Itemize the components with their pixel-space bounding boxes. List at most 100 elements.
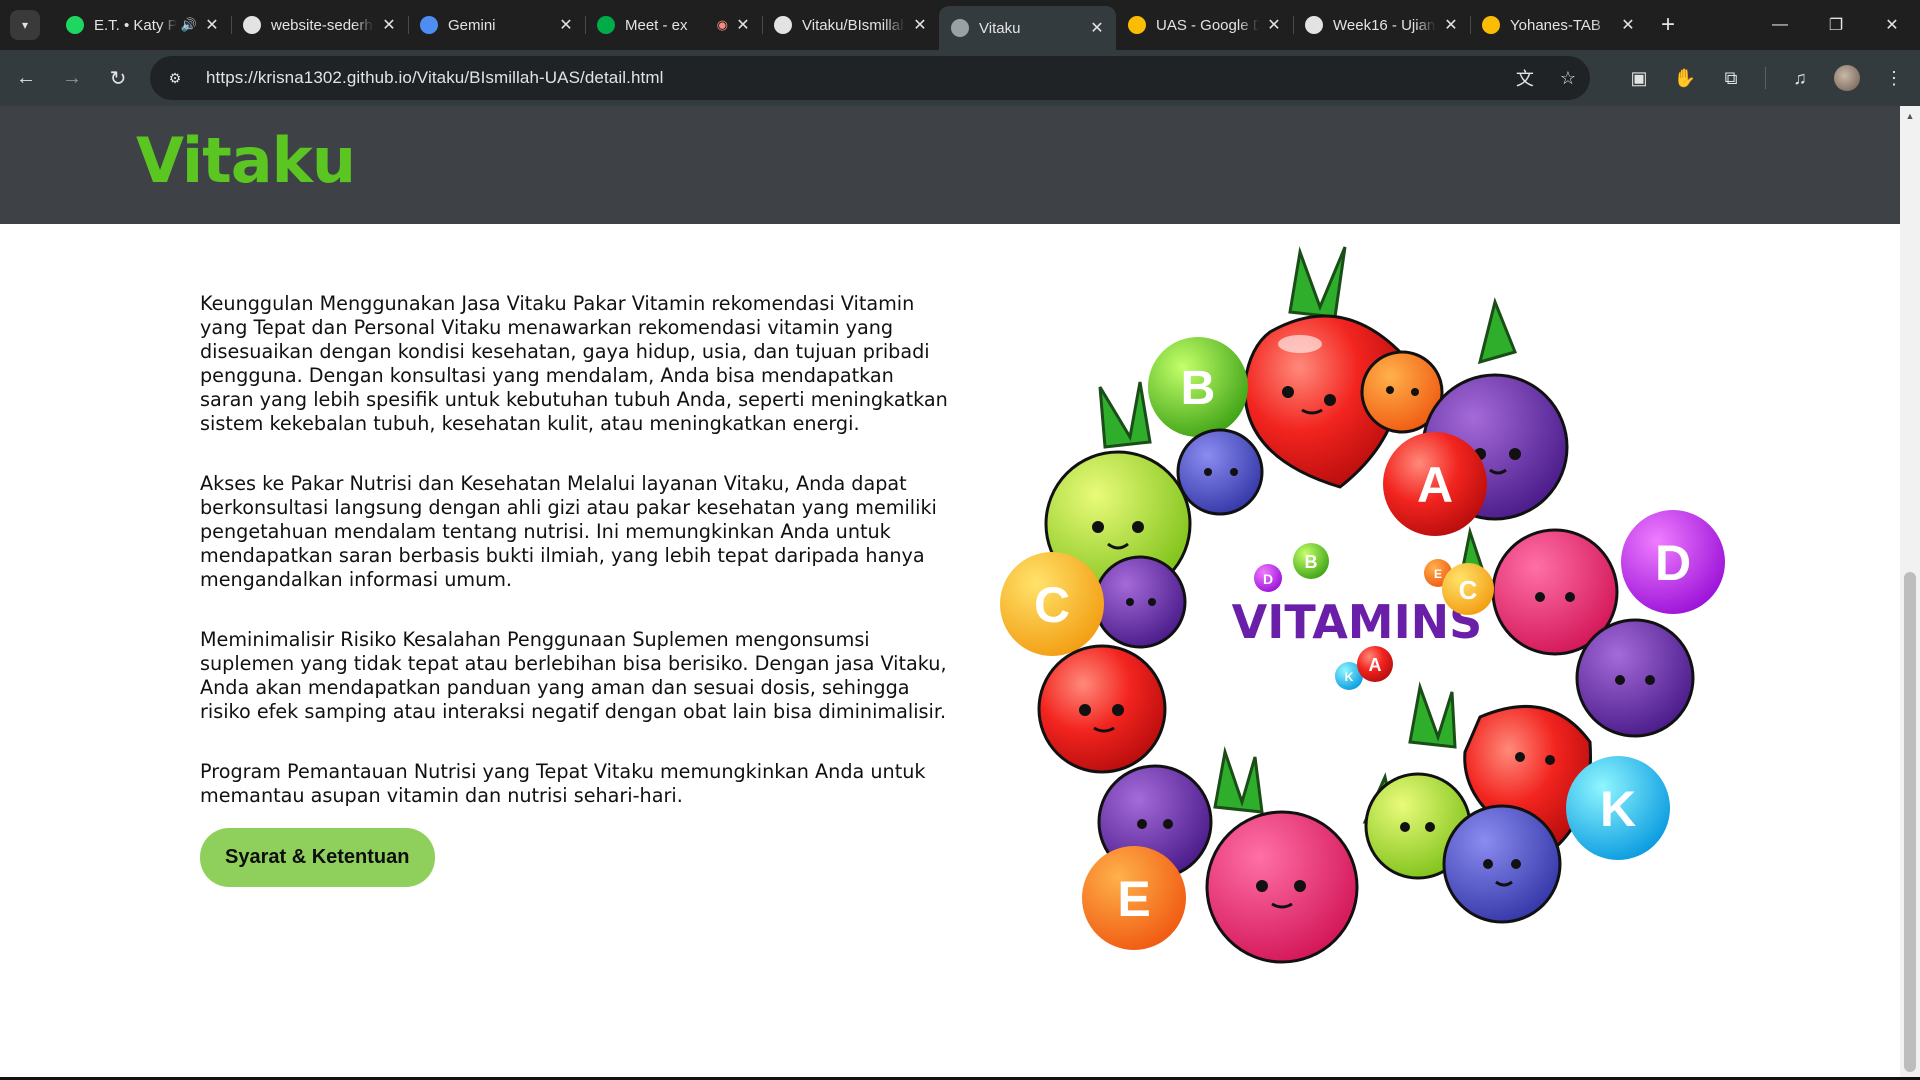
site-header: Vitaku <box>0 106 1900 224</box>
url-text[interactable]: https://krisna1302.github.io/Vitaku/BIsm… <box>206 68 663 88</box>
tab-title: website-sederhana <box>271 16 374 34</box>
adblock-icon[interactable]: ✋ <box>1673 66 1697 90</box>
tab-close-icon[interactable]: ✕ <box>1619 15 1637 35</box>
browser-tab[interactable]: E.T. • Katy Perry🔊 ✕ <box>54 0 231 50</box>
browser-tab[interactable]: Week16 - Ujian ✕ <box>1293 0 1470 50</box>
audio-playing-icon: 🔊 <box>180 17 197 32</box>
puzzle-extensions-icon[interactable]: ⧉ <box>1719 66 1743 90</box>
profile-avatar[interactable] <box>1834 65 1860 91</box>
browser-tab[interactable]: website-sederhana ✕ <box>231 0 408 50</box>
back-button[interactable]: ← <box>6 58 46 98</box>
tab-search-button[interactable]: ▾ <box>10 10 40 40</box>
arrow-left-icon: ← <box>16 66 36 89</box>
svg-text:D: D <box>1263 571 1273 587</box>
tab-strip: ▾ E.T. • Katy Perry🔊✕website-sederhana✕G… <box>0 0 1920 50</box>
more-menu-icon[interactable]: ⋮ <box>1882 66 1906 90</box>
tab-close-icon[interactable]: ✕ <box>380 15 398 35</box>
address-bar[interactable]: ⚙ https://krisna1302.github.io/Vitaku/BI… <box>150 56 1590 100</box>
svg-text:E: E <box>1117 871 1150 927</box>
extension-app-icon[interactable]: ▣ <box>1627 66 1651 90</box>
reload-button[interactable]: ↻ <box>98 58 138 98</box>
classroom-icon <box>1305 16 1323 34</box>
vitamin-c-badge: C <box>1000 552 1104 656</box>
svg-text:A: A <box>1369 655 1382 675</box>
svg-text:A: A <box>1417 457 1453 513</box>
svg-text:K: K <box>1600 781 1636 837</box>
tab-close-icon[interactable]: ✕ <box>911 15 929 35</box>
tab-close-icon[interactable]: ✕ <box>1265 15 1283 35</box>
recording-icon: ◉ <box>716 17 728 32</box>
minimize-button[interactable]: — <box>1752 0 1808 50</box>
browser-tab[interactable]: Vitaku ✕ <box>939 6 1116 50</box>
tab-title: Vitaku <box>979 19 1021 37</box>
scroll-up-arrow-icon[interactable]: ▲ <box>1900 106 1920 126</box>
tab-close-icon[interactable]: ✕ <box>734 15 752 35</box>
svg-text:C: C <box>1459 575 1478 605</box>
extensions-area: ▣ ✋ ⧉ ♫ ⋮ <box>1627 58 1906 98</box>
tab-close-icon[interactable]: ✕ <box>557 15 575 35</box>
site-info-button[interactable]: ⚙ <box>160 63 190 93</box>
tab-title: Vitaku/BIsmillah-UAS <box>802 16 905 34</box>
browser-tab[interactable]: Meet - ex ◉ ✕ <box>585 0 762 50</box>
tab-close-icon[interactable]: ✕ <box>1088 18 1106 38</box>
browser-tab[interactable]: Gemini ✕ <box>408 0 585 50</box>
browser-tab[interactable]: UAS - Google Drive ✕ <box>1116 0 1293 50</box>
raspberry-bottom-character <box>1205 810 1359 964</box>
toolbar-divider <box>1765 67 1766 89</box>
close-window-button[interactable]: ✕ <box>1864 0 1920 50</box>
spotify-icon <box>66 16 84 34</box>
terms-button[interactable]: Syarat & Ketentuan <box>200 828 435 887</box>
tune-icon: ⚙ <box>168 69 182 86</box>
translate-icon[interactable]: 文 <box>1516 65 1534 91</box>
gemini-icon <box>420 16 438 34</box>
browser-tab[interactable]: Vitaku/BIsmillah-UAS ✕ <box>762 0 939 50</box>
vitamins-illustration: B A D C VITAMINS B D E C K A K E <box>1000 246 1725 964</box>
svg-text:K: K <box>1345 670 1354 684</box>
tab-title: Week16 - Ujian <box>1333 16 1436 34</box>
scrollbar-thumb[interactable] <box>1904 572 1916 1072</box>
github-icon <box>243 16 261 34</box>
bookmark-star-icon[interactable]: ☆ <box>1560 68 1576 89</box>
tab-close-icon[interactable]: ✕ <box>203 15 221 35</box>
browser-toolbar: ← → ↻ ⚙ https://krisna1302.github.io/Vit… <box>0 50 1920 106</box>
paragraph-risk: Meminimalisir Risiko Kesalahan Penggunaa… <box>200 628 947 723</box>
media-controls-icon[interactable]: ♫ <box>1788 66 1812 90</box>
meet-icon <box>597 16 615 34</box>
globe-icon <box>951 19 969 37</box>
svg-text:E: E <box>1434 567 1442 581</box>
tomato-character <box>1037 644 1167 774</box>
tab-close-icon[interactable]: ✕ <box>1442 15 1460 35</box>
vitamin-b-badge: B <box>1148 337 1248 437</box>
github-icon <box>774 16 792 34</box>
content-section: Keunggulan Menggunakan Jasa Vitaku Pakar… <box>200 292 950 887</box>
tab-title: Yohanes-TAB <box>1510 16 1601 34</box>
site-logo[interactable]: Vitaku <box>136 124 356 197</box>
svg-text:C: C <box>1034 577 1070 633</box>
drive-icon <box>1128 16 1146 34</box>
tab-title: Meet - ex <box>625 16 688 34</box>
chevron-down-icon: ▾ <box>21 18 29 32</box>
new-tab-button[interactable]: + <box>1661 11 1675 39</box>
tab-list: E.T. • Katy Perry🔊✕website-sederhana✕Gem… <box>54 0 1647 50</box>
blueberry-character <box>1176 428 1264 516</box>
tab-title: Gemini <box>448 16 496 34</box>
tab-title: E.T. • Katy Perry <box>94 16 177 34</box>
paragraph-monitoring: Program Pemantauan Nutrisi yang Tepat Vi… <box>200 760 926 807</box>
svg-text:B: B <box>1181 362 1216 415</box>
forward-button[interactable]: → <box>52 58 92 98</box>
svg-text:D: D <box>1655 535 1691 591</box>
arrow-right-icon: → <box>62 66 82 89</box>
restore-button[interactable]: ❐ <box>1808 0 1864 50</box>
blueberry-lower-character <box>1442 804 1562 924</box>
drive-icon <box>1482 16 1500 34</box>
vitamin-a-badge: A <box>1383 432 1487 536</box>
reload-icon: ↻ <box>109 67 127 90</box>
browser-tab[interactable]: Yohanes-TAB ✕ <box>1470 0 1647 50</box>
vitamin-k-badge: K <box>1566 756 1670 860</box>
vitamins-title: VITAMINS <box>1232 595 1483 649</box>
purple-plum-character <box>1575 618 1695 738</box>
page-scrollbar[interactable]: ▲ <box>1900 106 1920 1080</box>
svg-text:B: B <box>1305 552 1318 572</box>
vitamin-d-badge: D <box>1621 510 1725 614</box>
vitamin-e-badge: E <box>1082 846 1186 950</box>
